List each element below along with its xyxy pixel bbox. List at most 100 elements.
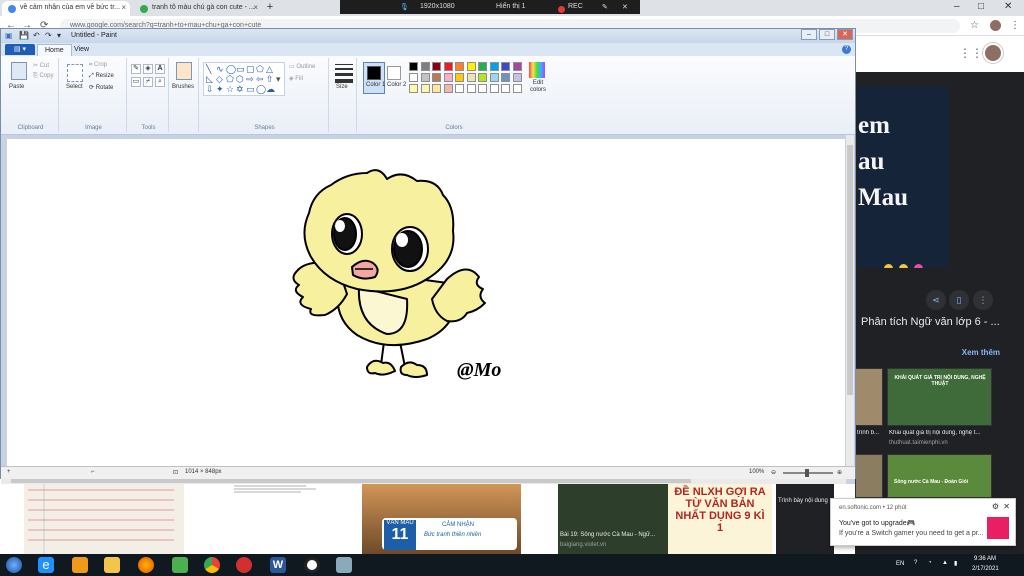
- save-icon[interactable]: 💾: [19, 31, 29, 40]
- card-caption[interactable]: Khái quát giá trị nội dung, nghệ t...: [889, 430, 993, 436]
- thumbnail-handwriting[interactable]: [24, 480, 184, 554]
- palette-swatch[interactable]: [420, 73, 430, 82]
- four-point-star-shape-icon[interactable]: ✦: [216, 84, 224, 94]
- size-button[interactable]: Size: [336, 84, 348, 90]
- browser-tab[interactable]: về cảm nhận của em về bức tr... ×: [2, 1, 130, 16]
- magnifier-icon[interactable]: ⌕: [155, 77, 165, 87]
- color-picker-icon[interactable]: ⌿: [143, 77, 153, 87]
- fill-button[interactable]: ◈ Fill: [289, 75, 303, 82]
- gear-icon[interactable]: ⚙: [992, 502, 999, 511]
- file-menu-button[interactable]: ▤ ▾: [5, 44, 35, 55]
- related-image-card[interactable]: Sông nước Cà Mau - Đoàn Giỏi: [887, 454, 992, 498]
- color2-swatch[interactable]: [387, 66, 401, 80]
- file-explorer-icon[interactable]: [104, 557, 120, 573]
- clock-date[interactable]: 2/17/2021: [972, 566, 999, 572]
- card-caption[interactable]: trình b...: [857, 430, 883, 436]
- word-icon[interactable]: W: [270, 557, 286, 573]
- drawing-canvas[interactable]: @Mo: [7, 139, 845, 475]
- custom-color-swatch[interactable]: [489, 84, 499, 93]
- media-player-icon[interactable]: [72, 557, 88, 573]
- apps-grid-icon[interactable]: ⋮⋮: [959, 46, 983, 60]
- eraser-icon[interactable]: ▭: [131, 77, 141, 87]
- related-image-card[interactable]: [855, 454, 883, 498]
- help-icon[interactable]: ?: [914, 560, 917, 566]
- zoom-slider-knob[interactable]: [805, 469, 809, 477]
- palette-swatch[interactable]: [466, 73, 476, 82]
- palette-swatch[interactable]: [489, 73, 499, 82]
- arrow-up-icon[interactable]: ▲: [942, 560, 948, 566]
- thumbnail-van-mau[interactable]: VĂN MẪU 11 CẢM NHẬN Bức tranh thiên nhiê…: [362, 480, 521, 554]
- size-lines-icon[interactable]: [335, 64, 353, 83]
- select-icon[interactable]: [67, 64, 83, 82]
- palette-swatch[interactable]: [489, 62, 499, 71]
- palette-swatch[interactable]: [455, 62, 464, 71]
- maximize-icon[interactable]: □: [978, 1, 984, 12]
- signal-icon[interactable]: ▮: [954, 560, 957, 567]
- down-arrow-shape-icon[interactable]: ⇩: [206, 84, 214, 94]
- clock-time[interactable]: 9:36 AM: [974, 556, 996, 562]
- palette-swatch[interactable]: [455, 73, 464, 82]
- oval-shape-icon[interactable]: ◯: [226, 64, 236, 74]
- custom-color-swatch[interactable]: [409, 84, 418, 93]
- left-arrow-shape-icon[interactable]: ⇦: [256, 74, 264, 84]
- right-arrow-shape-icon[interactable]: ⇨: [246, 74, 254, 84]
- thumbnail-de-nlxh[interactable]: ĐỀ NLXH GỢI RA TỪ VĂN BẢN NHẤT DỤNG 9 KÌ…: [668, 480, 772, 554]
- palette-swatch[interactable]: [512, 73, 522, 82]
- hexagon-shape-icon[interactable]: ⬡: [236, 74, 244, 84]
- minimize-button[interactable]: –: [801, 29, 817, 40]
- result-title[interactable]: Phân tích Ngữ văn lớp 6 - ...: [861, 316, 1019, 328]
- new-tab-button[interactable]: +: [264, 2, 276, 14]
- line-shape-icon[interactable]: ╲: [206, 64, 211, 74]
- palette-swatch[interactable]: [409, 73, 418, 82]
- scrollbar-thumb[interactable]: [847, 145, 853, 395]
- brushes-button[interactable]: Brushes: [172, 84, 194, 90]
- fill-bucket-icon[interactable]: ◈: [143, 64, 153, 74]
- start-button-icon[interactable]: [6, 557, 22, 573]
- palette-swatch[interactable]: [409, 62, 418, 71]
- pentagon-shape-icon[interactable]: ⬠: [226, 74, 234, 84]
- rec-label[interactable]: REC: [568, 3, 583, 10]
- zoom-in-icon[interactable]: ⊕: [837, 469, 842, 476]
- palette-swatch[interactable]: [420, 62, 430, 71]
- custom-color-swatch[interactable]: [478, 84, 487, 93]
- resize-button[interactable]: ⤢ Resize: [89, 73, 114, 80]
- browser-tab[interactable]: tranh tô màu chú gà con cute - ... ×: [134, 1, 262, 16]
- pen-icon[interactable]: ✎: [602, 3, 608, 11]
- close-tab-icon[interactable]: ×: [121, 3, 126, 12]
- outline-button[interactable]: ▭ Outline: [289, 63, 315, 70]
- thumbnail-document[interactable]: [206, 480, 336, 554]
- palette-swatch[interactable]: [501, 73, 510, 82]
- thumbnail-ca-mau[interactable]: Bài 19: Sông nước Cà Mau - Ngữ... baigia…: [558, 480, 668, 554]
- rotate-button[interactable]: ⟳ Rotate: [89, 84, 113, 91]
- thumbnail-trinh-bay[interactable]: Trình bày nội dung: [776, 480, 834, 554]
- callout-shape-icon[interactable]: ▭: [246, 84, 255, 94]
- menu-dots-icon[interactable]: ⋮: [1010, 20, 1020, 31]
- select-button[interactable]: Select: [66, 84, 83, 90]
- zoom-slider[interactable]: [783, 469, 833, 477]
- see-more-link[interactable]: Xem thêm: [962, 348, 1000, 357]
- palette-swatch[interactable]: [478, 73, 487, 82]
- palette-swatch[interactable]: [478, 62, 487, 71]
- redo-icon[interactable]: ↷: [45, 31, 52, 40]
- custom-color-swatch[interactable]: [420, 84, 430, 93]
- internet-explorer-icon[interactable]: e: [38, 557, 54, 573]
- custom-color-swatch[interactable]: [432, 84, 441, 93]
- paste-button[interactable]: Paste: [9, 84, 24, 90]
- pencil-icon[interactable]: ✎: [131, 64, 141, 74]
- right-triangle-shape-icon[interactable]: ◺: [206, 74, 213, 84]
- network-icon[interactable]: ◔: [928, 560, 932, 566]
- palette-swatch[interactable]: [501, 62, 510, 71]
- custom-color-swatch[interactable]: [466, 84, 476, 93]
- close-tab-icon[interactable]: ×: [253, 3, 258, 12]
- polygon-shape-icon[interactable]: ⬠: [256, 64, 264, 74]
- opera-icon[interactable]: [236, 557, 252, 573]
- paint-taskbar-icon[interactable]: [336, 557, 352, 573]
- rectangle-shape-icon[interactable]: ▭: [236, 64, 245, 74]
- custom-color-swatch[interactable]: [501, 84, 510, 93]
- text-tool-icon[interactable]: A: [155, 64, 165, 74]
- shapes-gallery[interactable]: ╲ ∿ ◯ ▭ ▢ ⬠ △ ◺ ◇ ⬠ ⬡ ⇨ ⇦ ⇧ ⇩ ✦ ☆ ✡ ▭ ◯: [203, 62, 285, 96]
- undo-icon[interactable]: ↶: [33, 31, 40, 40]
- profile-avatar[interactable]: [990, 20, 1001, 31]
- related-image-card[interactable]: KHÁI QUÁT GIÁ TRỊ NỘI DUNG, NGHỆ THUẬT: [887, 368, 992, 426]
- rounded-rectangle-shape-icon[interactable]: ▢: [246, 64, 255, 74]
